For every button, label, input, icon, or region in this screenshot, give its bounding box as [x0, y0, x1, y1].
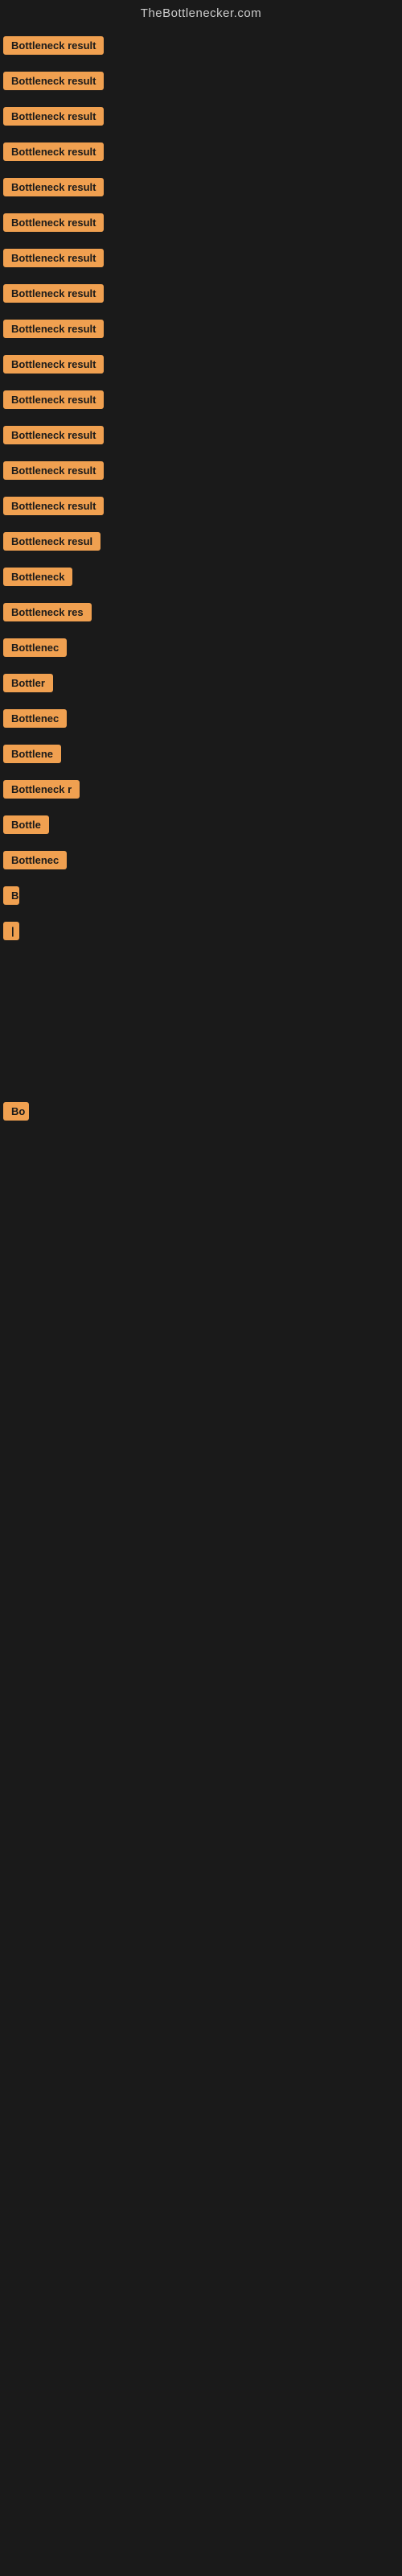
list-item: Bottlenec: [3, 632, 399, 667]
list-item: Bottleneck result: [3, 313, 399, 349]
list-item: Bottlenec: [3, 844, 399, 880]
list-item: Bottlene: [3, 738, 399, 774]
page-wrapper: TheBottlenecker.com Bottleneck result Bo…: [0, 0, 402, 1292]
bottleneck-badge[interactable]: Bottleneck result: [3, 249, 104, 267]
list-item: Bottleneck r: [3, 774, 399, 809]
list-item: Bottleneck result: [3, 171, 399, 207]
list-item: Bo: [3, 1096, 399, 1131]
list-item: Bottleneck result: [3, 30, 399, 65]
bottleneck-badge[interactable]: Bottlenec: [3, 638, 67, 657]
list-item: Bottlenec: [3, 703, 399, 738]
list-item: Bottleneck result: [3, 349, 399, 384]
bottleneck-badge[interactable]: Bottleneck result: [3, 426, 104, 444]
list-item: Bottleneck resul: [3, 526, 399, 561]
list-item: Bottleneck result: [3, 419, 399, 455]
bottleneck-badge[interactable]: Bottleneck result: [3, 142, 104, 161]
list-item: Bottleneck result: [3, 207, 399, 242]
bottleneck-badge[interactable]: Bottlenec: [3, 709, 67, 728]
list-item: B: [3, 880, 399, 915]
bottleneck-badge[interactable]: Bottleneck result: [3, 284, 104, 303]
list-item: Bottleneck result: [3, 455, 399, 490]
bottleneck-badge[interactable]: Bottleneck result: [3, 355, 104, 374]
spacer-bottom: [3, 1131, 399, 1292]
bottleneck-badge[interactable]: Bottleneck result: [3, 107, 104, 126]
bottleneck-badge[interactable]: Bottleneck result: [3, 72, 104, 90]
bottleneck-badge[interactable]: Bottleneck result: [3, 36, 104, 55]
spacer: [3, 951, 399, 1096]
bottleneck-badge[interactable]: B: [3, 886, 19, 905]
list-item: Bottleneck result: [3, 490, 399, 526]
bottleneck-badge[interactable]: Bottlene: [3, 745, 61, 763]
list-item: Bottler: [3, 667, 399, 703]
bottleneck-badge[interactable]: Bottleneck result: [3, 178, 104, 196]
bottleneck-badge[interactable]: |: [3, 922, 19, 940]
list-item: Bottleneck result: [3, 65, 399, 101]
bottleneck-badge[interactable]: Bottleneck resul: [3, 532, 100, 551]
bottleneck-badge[interactable]: Bottle: [3, 815, 49, 834]
bottleneck-badge[interactable]: Bottleneck result: [3, 461, 104, 480]
bottleneck-badge[interactable]: Bottleneck result: [3, 497, 104, 515]
list-item: Bottleneck result: [3, 101, 399, 136]
bottleneck-badge[interactable]: Bo: [3, 1102, 29, 1121]
list-item: Bottleneck result: [3, 278, 399, 313]
list-item: Bottleneck: [3, 561, 399, 597]
bottleneck-badge[interactable]: Bottler: [3, 674, 53, 692]
list-item: Bottle: [3, 809, 399, 844]
bottleneck-badge[interactable]: Bottlenec: [3, 851, 67, 869]
bottleneck-badge[interactable]: Bottleneck result: [3, 320, 104, 338]
bottleneck-badge[interactable]: Bottleneck res: [3, 603, 92, 621]
list-item: Bottleneck res: [3, 597, 399, 632]
list-item: Bottleneck result: [3, 384, 399, 419]
list-item: Bottleneck result: [3, 242, 399, 278]
list-item: |: [3, 915, 399, 951]
site-title: TheBottlenecker.com: [0, 0, 402, 30]
bottleneck-badge[interactable]: Bottleneck result: [3, 213, 104, 232]
bottleneck-badge[interactable]: Bottleneck result: [3, 390, 104, 409]
bottleneck-badge[interactable]: Bottleneck r: [3, 780, 80, 799]
bottleneck-badge[interactable]: Bottleneck: [3, 568, 72, 586]
bottleneck-list: Bottleneck result Bottleneck result Bott…: [0, 30, 402, 1292]
list-item: Bottleneck result: [3, 136, 399, 171]
